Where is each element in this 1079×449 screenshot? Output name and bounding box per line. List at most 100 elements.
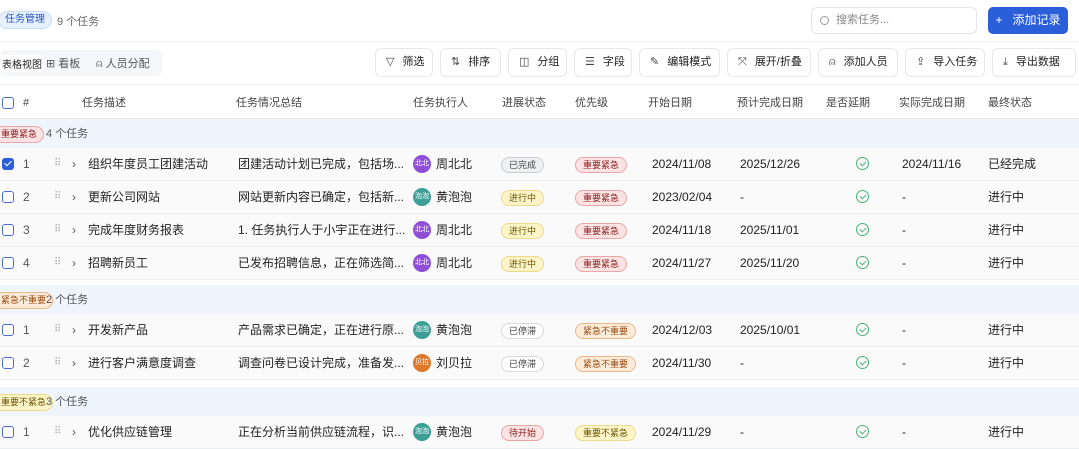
task-description[interactable]: 完成年度财务报表 <box>88 214 184 246</box>
task-description[interactable]: 开发新产品 <box>88 314 148 346</box>
priority-badge[interactable]: 重要紧急 <box>575 255 628 272</box>
due-date[interactable]: - <box>740 347 744 379</box>
col-start[interactable]: 开始日期 <box>648 88 692 119</box>
progress-status-badge[interactable]: 已完成 <box>501 156 545 173</box>
row-checkbox[interactable] <box>2 224 14 236</box>
task-summary[interactable]: 团建活动计划已完成，包括场... <box>238 148 404 180</box>
col-desc[interactable]: 任务描述 <box>82 88 126 119</box>
start-date[interactable]: 2024/12/03 <box>652 314 712 346</box>
drag-handle-icon[interactable]: ⠿ <box>54 416 61 448</box>
task-summary[interactable]: 已发布招聘信息，正在筛选简... <box>238 247 404 279</box>
view-tab-kanban[interactable]: ⊞ 看板 <box>46 55 80 71</box>
priority-badge[interactable]: 紧急不重要 <box>575 322 637 339</box>
due-date[interactable]: - <box>740 416 744 448</box>
row-checkbox[interactable] <box>2 257 14 269</box>
expand-chevron-icon[interactable]: › <box>72 181 76 213</box>
start-date[interactable]: 2024/11/27 <box>652 247 711 279</box>
priority-badge[interactable]: 重要紧急 <box>575 189 628 206</box>
group-header[interactable]: 重要紧急 4 个任务 <box>0 119 1079 150</box>
task-summary[interactable]: 正在分析当前供应链流程，识... <box>238 416 404 448</box>
progress-status-badge[interactable]: 进行中 <box>501 255 545 272</box>
row-checkbox[interactable] <box>2 191 14 203</box>
assignee-name[interactable]: 周北北 <box>436 148 472 180</box>
due-date[interactable]: 2025/10/01 <box>740 314 800 346</box>
row-checkbox[interactable] <box>2 324 14 336</box>
drag-handle-icon[interactable]: ⠿ <box>54 314 61 346</box>
table-row[interactable]: 1 ⠿ › 组织年度员工团建活动 团建活动计划已完成，包括场... 北北 周北北… <box>0 148 1079 181</box>
col-due[interactable]: 预计完成日期 <box>737 88 803 119</box>
progress-status-badge[interactable]: 已停滞 <box>501 322 545 339</box>
progress-status-badge[interactable]: 已停滞 <box>501 355 545 372</box>
due-date[interactable]: 2025/12/26 <box>740 148 800 180</box>
toolbar-sort-button[interactable]: ⇅ 排序 <box>440 48 501 77</box>
table-row[interactable]: 1 ⠿ › 开发新产品 产品需求已确定，正在进行原... 泡泡 黄泡泡 已停滞 … <box>0 314 1079 347</box>
final-status[interactable]: 进行中 <box>988 214 1024 246</box>
search-input[interactable]: 搜索任务... <box>811 7 977 34</box>
group-header[interactable]: 紧急不重要 2 个任务 <box>0 285 1079 316</box>
task-description[interactable]: 进行客户满意度调查 <box>88 347 196 379</box>
col-assignee[interactable]: 任务执行人 <box>413 88 468 119</box>
priority-badge[interactable]: 重要紧急 <box>575 156 628 173</box>
col-summary[interactable]: 任务情况总结 <box>236 88 302 119</box>
drag-handle-icon[interactable]: ⠿ <box>54 247 61 279</box>
actual-date[interactable]: 2024/11/16 <box>902 148 961 180</box>
col-priority[interactable]: 优先级 <box>575 88 608 119</box>
priority-badge[interactable]: 重要不紧急 <box>575 424 637 441</box>
task-summary[interactable]: 调查问卷已设计完成，准备发... <box>238 347 404 379</box>
progress-status-badge[interactable]: 待开始 <box>501 424 545 441</box>
toolbar-filter-button[interactable]: ▽ 筛选 <box>375 48 433 77</box>
assignee-name[interactable]: 周北北 <box>436 214 472 246</box>
col-overdue[interactable]: 是否延期 <box>826 88 870 119</box>
task-description[interactable]: 组织年度员工团建活动 <box>88 148 208 180</box>
due-date[interactable]: - <box>740 181 744 213</box>
expand-chevron-icon[interactable]: › <box>72 148 76 180</box>
table-row[interactable]: 3 ⠿ › 完成年度财务报表 1. 任务执行人于小宇正在进行... 北北 周北北… <box>0 214 1079 247</box>
priority-badge[interactable]: 重要紧急 <box>575 222 628 239</box>
actual-date[interactable]: - <box>902 416 906 448</box>
table-row[interactable]: 1 ⠿ › 优化供应链管理 正在分析当前供应链流程，识... 泡泡 黄泡泡 待开… <box>0 416 1079 449</box>
table-row[interactable]: 2 ⠿ › 更新公司网站 网站更新内容已确定，包括新... 泡泡 黄泡泡 进行中… <box>0 181 1079 214</box>
table-row[interactable]: 2 ⠿ › 进行客户满意度调查 调查问卷已设计完成，准备发... 贝拉 刘贝拉 … <box>0 347 1079 380</box>
task-description[interactable]: 优化供应链管理 <box>88 416 172 448</box>
final-status[interactable]: 已经完成 <box>988 148 1036 180</box>
actual-date[interactable]: - <box>902 347 906 379</box>
assignee-name[interactable]: 刘贝拉 <box>436 347 472 379</box>
view-tab-people[interactable]: ⍝ 人员分配 <box>96 55 150 71</box>
toolbar-fields-button[interactable]: ☰ 字段 <box>574 48 632 77</box>
col-actual[interactable]: 实际完成日期 <box>899 88 965 119</box>
toolbar-download-button[interactable]: ⤓ 导出数据 <box>992 48 1076 77</box>
toolbar-expand-button[interactable]: ⤧ 展开/折叠 <box>727 48 811 77</box>
priority-badge[interactable]: 紧急不重要 <box>575 355 637 372</box>
actual-date[interactable]: - <box>902 247 906 279</box>
view-tab-table[interactable]: 表格视图 <box>0 55 44 72</box>
task-summary[interactable]: 网站更新内容已确定，包括新... <box>238 181 404 213</box>
final-status[interactable]: 进行中 <box>988 416 1024 448</box>
actual-date[interactable]: - <box>902 181 906 213</box>
drag-handle-icon[interactable]: ⠿ <box>54 181 61 213</box>
assignee-name[interactable]: 黄泡泡 <box>436 416 472 448</box>
drag-handle-icon[interactable]: ⠿ <box>54 214 61 246</box>
toolbar-upload-button[interactable]: ⇪ 导入任务 <box>905 48 985 77</box>
add-record-button[interactable]: + 添加记录 <box>988 7 1068 34</box>
col-progress[interactable]: 进展状态 <box>502 88 546 119</box>
expand-chevron-icon[interactable]: › <box>72 314 76 346</box>
actual-date[interactable]: - <box>902 214 906 246</box>
select-all-checkbox[interactable] <box>2 97 14 109</box>
due-date[interactable]: 2025/11/20 <box>740 247 799 279</box>
start-date[interactable]: 2023/02/04 <box>652 181 712 213</box>
progress-status-badge[interactable]: 进行中 <box>501 222 545 239</box>
start-date[interactable]: 2024/11/08 <box>652 148 711 180</box>
due-date[interactable]: 2025/11/01 <box>740 214 799 246</box>
final-status[interactable]: 进行中 <box>988 181 1024 213</box>
assignee-name[interactable]: 黄泡泡 <box>436 314 472 346</box>
toolbar-person-button[interactable]: ⍝ 添加人员 <box>818 48 898 77</box>
drag-handle-icon[interactable]: ⠿ <box>54 148 61 180</box>
group-header[interactable]: 重要不紧急 3 个任务 <box>0 387 1079 418</box>
expand-chevron-icon[interactable]: › <box>72 416 76 448</box>
final-status[interactable]: 进行中 <box>988 247 1024 279</box>
start-date[interactable]: 2024/11/18 <box>652 214 711 246</box>
table-row[interactable]: 4 ⠿ › 招聘新员工 已发布招聘信息，正在筛选简... 北北 周北北 进行中 … <box>0 247 1079 280</box>
start-date[interactable]: 2024/11/29 <box>652 416 711 448</box>
final-status[interactable]: 进行中 <box>988 314 1024 346</box>
toolbar-group-button[interactable]: ◫ 分组 <box>508 48 567 77</box>
